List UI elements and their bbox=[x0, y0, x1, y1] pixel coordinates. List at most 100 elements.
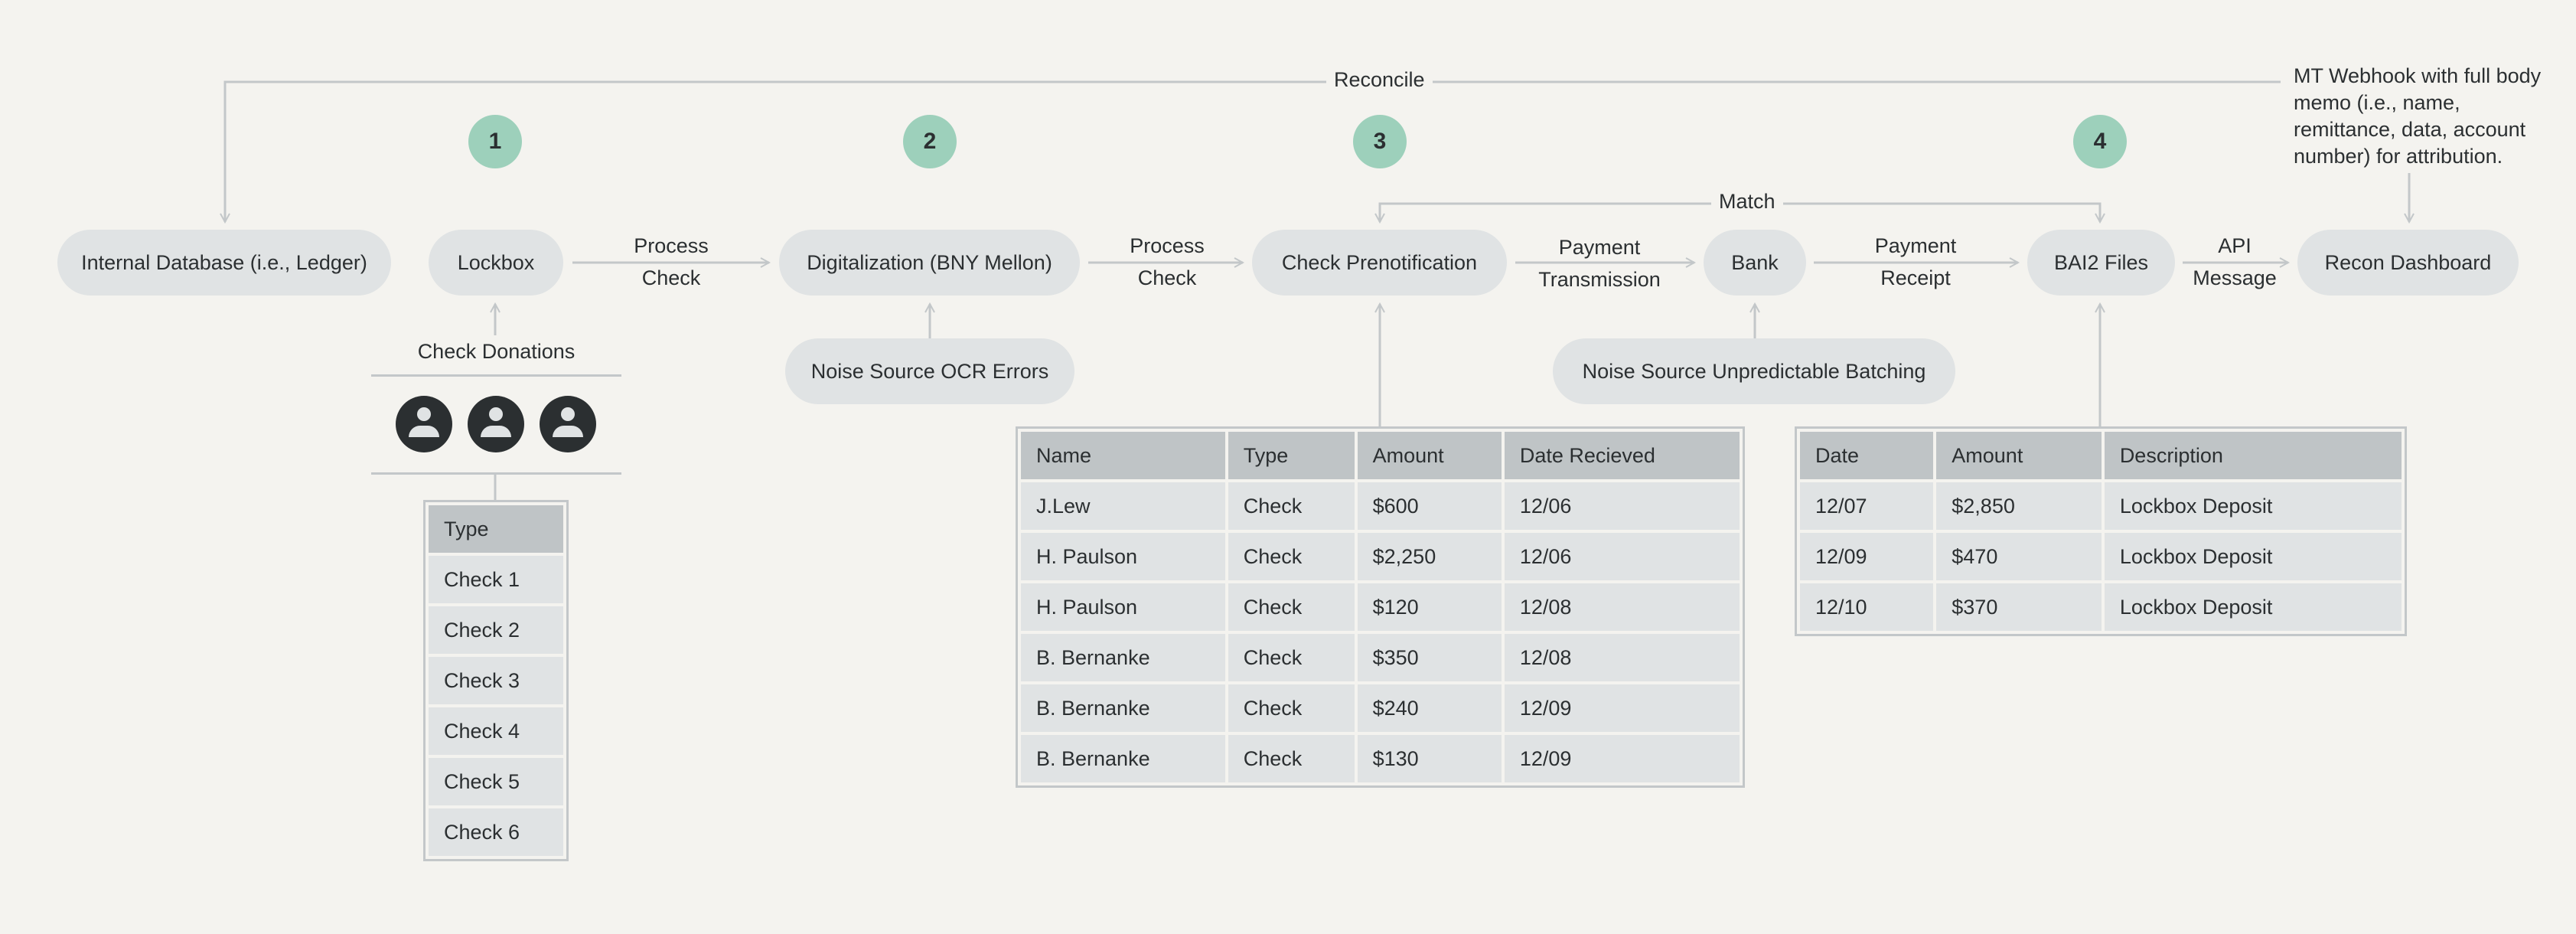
step-badge-2: 2 bbox=[903, 115, 957, 168]
table-cell: Check bbox=[1228, 735, 1355, 782]
donor-avatar-icon bbox=[540, 396, 596, 452]
table-cell: Lockbox Deposit bbox=[2104, 482, 2402, 530]
edge-label-process-check-1: Process Check bbox=[625, 230, 717, 294]
node-digitalization[interactable]: Digitalization (BNY Mellon) bbox=[779, 230, 1080, 296]
node-bank[interactable]: Bank bbox=[1704, 230, 1806, 296]
table-cell: H. Paulson bbox=[1021, 533, 1225, 580]
table-row: B. Bernanke Check $130 12/09 bbox=[1021, 735, 1740, 782]
table-row: Check 6 bbox=[429, 808, 563, 856]
edge-label-line: Transmission bbox=[1538, 268, 1661, 291]
table-cell: $130 bbox=[1357, 735, 1502, 782]
divider bbox=[371, 472, 621, 475]
table-cell: $470 bbox=[1936, 533, 2102, 580]
table-cell: $370 bbox=[1936, 583, 2102, 631]
node-lockbox[interactable]: Lockbox bbox=[429, 230, 563, 296]
table-row: Check 2 bbox=[429, 606, 563, 654]
donor-avatar-icon bbox=[468, 396, 524, 452]
edge-label-payment-receipt: Payment Receipt bbox=[1847, 230, 1984, 294]
check-donations-label: Check Donations bbox=[417, 340, 576, 363]
table-header-cell: Date bbox=[1800, 432, 1934, 479]
match-connector-left bbox=[1380, 202, 1753, 222]
table-row: 12/07 $2,850 Lockbox Deposit bbox=[1800, 482, 2402, 530]
edge-label-payment-transmission: Payment Transmission bbox=[1527, 231, 1672, 296]
table-row: H. Paulson Check $2,250 12/06 bbox=[1021, 533, 1740, 580]
edge-label-line: Process bbox=[1130, 234, 1205, 257]
table-header-cell: Name bbox=[1021, 432, 1225, 479]
table-cell: $2,250 bbox=[1357, 533, 1502, 580]
edge-label-process-check-2: Process Check bbox=[1121, 230, 1213, 294]
table-cell: 12/09 bbox=[1504, 684, 1740, 732]
bai2-table: Date Amount Description 12/07 $2,850 Lockbox… bbox=[1795, 426, 2407, 636]
table-row: H. Paulson Check $120 12/08 bbox=[1021, 583, 1740, 631]
edge-label-line: Payment bbox=[1874, 234, 1957, 257]
table-row: Check 4 bbox=[429, 707, 563, 755]
table-cell: Check 5 bbox=[429, 758, 563, 805]
step-badge-1: 1 bbox=[468, 115, 522, 168]
table-cell: Check 2 bbox=[429, 606, 563, 654]
reconcile-label: Reconcile bbox=[1326, 68, 1433, 92]
edge-label-api-message: API Message bbox=[2189, 230, 2281, 294]
table-header-cell: Date Recieved bbox=[1504, 432, 1740, 479]
divider bbox=[371, 374, 621, 377]
node-bai2-files[interactable]: BAI2 Files bbox=[2027, 230, 2175, 296]
table-cell: Lockbox Deposit bbox=[2104, 583, 2402, 631]
prenotification-table: Name Type Amount Date Recieved J.Lew Check $6… bbox=[1016, 426, 1745, 788]
table-row: Check 5 bbox=[429, 758, 563, 805]
table-cell: 12/07 bbox=[1800, 482, 1934, 530]
table-cell: Check bbox=[1228, 583, 1355, 631]
table-header-cell: Type bbox=[429, 505, 563, 553]
table-cell: 12/06 bbox=[1504, 482, 1740, 530]
step-badge-3: 3 bbox=[1353, 115, 1407, 168]
table-cell: Check 3 bbox=[429, 657, 563, 704]
table-cell: Check bbox=[1228, 482, 1355, 530]
match-connector-right bbox=[1753, 202, 2100, 222]
table-row: B. Bernanke Check $350 12/08 bbox=[1021, 634, 1740, 681]
table-row: 12/09 $470 Lockbox Deposit bbox=[1800, 533, 2402, 580]
table-cell: 12/08 bbox=[1504, 634, 1740, 681]
table-cell: B. Bernanke bbox=[1021, 735, 1225, 782]
edge-label-line: API bbox=[2218, 234, 2252, 257]
table-cell: $120 bbox=[1357, 583, 1502, 631]
table-header-cell: Amount bbox=[1357, 432, 1502, 479]
table-cell: 12/09 bbox=[1504, 735, 1740, 782]
node-noise-unpredictable-batching[interactable]: Noise Source Unpredictable Batching bbox=[1553, 338, 1955, 404]
table-row: Check 3 bbox=[429, 657, 563, 704]
table-row: J.Lew Check $600 12/06 bbox=[1021, 482, 1740, 530]
node-recon-dashboard[interactable]: Recon Dashboard bbox=[2297, 230, 2519, 296]
node-internal-database[interactable]: Internal Database (i.e., Ledger) bbox=[57, 230, 391, 296]
table-cell: 12/06 bbox=[1504, 533, 1740, 580]
table-cell: 12/09 bbox=[1800, 533, 1934, 580]
table-header-cell: Amount bbox=[1936, 432, 2102, 479]
match-label: Match bbox=[1711, 190, 1783, 214]
table-cell: H. Paulson bbox=[1021, 583, 1225, 631]
edge-label-line: Check bbox=[641, 266, 701, 289]
table-cell: $2,850 bbox=[1936, 482, 2102, 530]
table-cell: Check bbox=[1228, 634, 1355, 681]
edge-label-line: Receipt bbox=[1880, 266, 1951, 289]
table-cell: $240 bbox=[1357, 684, 1502, 732]
step-badge-4: 4 bbox=[2073, 115, 2127, 168]
reconcile-connector bbox=[225, 80, 2281, 222]
table-cell: B. Bernanke bbox=[1021, 634, 1225, 681]
checks-type-table: Type Check 1 Check 2 Check 3 Check 4 Check 5… bbox=[423, 500, 569, 861]
table-cell: Check bbox=[1228, 533, 1355, 580]
table-header-cell: Description bbox=[2104, 432, 2402, 479]
table-cell: Check 4 bbox=[429, 707, 563, 755]
table-cell: Check bbox=[1228, 684, 1355, 732]
donor-avatar-icon bbox=[396, 396, 452, 452]
table-header-cell: Type bbox=[1228, 432, 1355, 479]
node-noise-ocr-errors[interactable]: Noise Source OCR Errors bbox=[785, 338, 1074, 404]
table-cell: J.Lew bbox=[1021, 482, 1225, 530]
node-check-prenotification[interactable]: Check Prenotification bbox=[1252, 230, 1507, 296]
table-row: B. Bernanke Check $240 12/09 bbox=[1021, 684, 1740, 732]
edge-label-line: Message bbox=[2193, 266, 2277, 289]
table-cell: Lockbox Deposit bbox=[2104, 533, 2402, 580]
edge-label-line: Process bbox=[634, 234, 709, 257]
table-cell: Check 6 bbox=[429, 808, 563, 856]
table-cell: 12/10 bbox=[1800, 583, 1934, 631]
edge-label-line: Check bbox=[1137, 266, 1197, 289]
table-cell: $350 bbox=[1357, 634, 1502, 681]
edge-label-line: Payment bbox=[1558, 236, 1641, 259]
table-row: 12/10 $370 Lockbox Deposit bbox=[1800, 583, 2402, 631]
memo-note: MT Webhook with full body memo (i.e., na… bbox=[2294, 64, 2542, 168]
